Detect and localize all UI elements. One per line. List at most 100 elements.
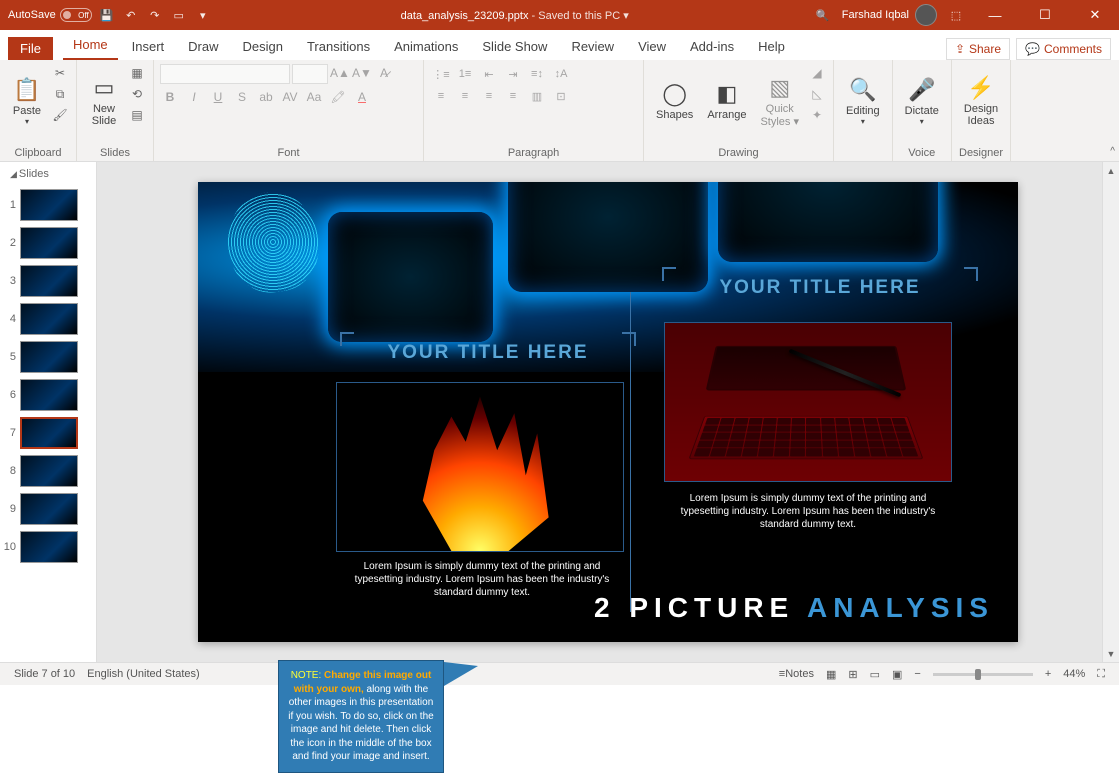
notes-button[interactable]: ≡ Notes: [773, 663, 820, 686]
scroll-down-icon[interactable]: ▼: [1103, 645, 1119, 662]
underline-icon[interactable]: U: [208, 88, 228, 106]
right-title[interactable]: YOUR TITLE HERE: [670, 277, 970, 299]
slide-heading[interactable]: 2 PICTURE ANALYSIS: [594, 592, 994, 624]
section-icon[interactable]: ▤: [127, 106, 147, 124]
thumbnail-slide-7[interactable]: 7: [0, 414, 96, 452]
slide[interactable]: YOUR TITLE HERE Lorem Ipsum is simply du…: [198, 182, 1018, 642]
numbering-icon[interactable]: 1≡: [454, 64, 476, 84]
normal-view-icon[interactable]: ▦: [820, 663, 842, 686]
quickstyles-button[interactable]: ▧Quick Styles ▾: [754, 64, 805, 138]
zoom-level[interactable]: 44%: [1057, 663, 1091, 686]
language-indicator[interactable]: English (United States): [81, 663, 206, 686]
format-painter-icon[interactable]: 🖌: [50, 106, 70, 124]
zoom-in-button[interactable]: +: [1039, 663, 1057, 686]
fit-to-window-icon[interactable]: ⛶: [1091, 663, 1111, 686]
shadow-icon[interactable]: ab: [256, 88, 276, 106]
reading-view-icon[interactable]: ▭: [864, 663, 886, 686]
editing-button[interactable]: 🔍Editing▾: [840, 64, 886, 138]
reset-icon[interactable]: ⟲: [127, 85, 147, 103]
tab-animations[interactable]: Animations: [384, 33, 468, 60]
thumbnail-slide-10[interactable]: 10: [0, 528, 96, 566]
autosave-toggle[interactable]: AutoSave Off: [8, 8, 92, 22]
scroll-up-icon[interactable]: ▲: [1103, 162, 1119, 179]
copy-icon[interactable]: ⧉: [50, 85, 70, 103]
thumbnail-slide-5[interactable]: 5: [0, 338, 96, 376]
arrange-button[interactable]: ◧Arrange: [701, 64, 752, 138]
indent-dec-icon[interactable]: ⇤: [478, 64, 500, 84]
columns-icon[interactable]: ▥: [526, 86, 548, 106]
thumbnail-slide-6[interactable]: 6: [0, 376, 96, 414]
shape-effects-icon[interactable]: ✦: [807, 106, 827, 124]
bullets-icon[interactable]: ⋮≡: [430, 64, 452, 84]
share-button[interactable]: ⇪Share: [946, 38, 1010, 60]
close-button[interactable]: ✕: [1075, 0, 1115, 30]
left-image-frame[interactable]: [336, 382, 624, 552]
tab-insert[interactable]: Insert: [122, 33, 175, 60]
shape-fill-icon[interactable]: ◢: [807, 64, 827, 82]
left-title[interactable]: YOUR TITLE HERE: [348, 342, 628, 364]
more-icon[interactable]: ▾: [194, 6, 212, 24]
maximize-button[interactable]: ☐: [1025, 0, 1065, 30]
save-icon[interactable]: 💾: [98, 6, 116, 24]
indent-inc-icon[interactable]: ⇥: [502, 64, 524, 84]
tab-file[interactable]: File: [8, 37, 53, 60]
clear-format-icon[interactable]: A̷: [374, 64, 394, 82]
tab-home[interactable]: Home: [63, 31, 118, 60]
align-right-icon[interactable]: ≡: [478, 86, 500, 106]
thumbnail-slide-1[interactable]: 1: [0, 186, 96, 224]
design-ideas-button[interactable]: ⚡Design Ideas: [958, 64, 1004, 138]
paste-button[interactable]: 📋Paste▾: [6, 64, 48, 138]
tab-addins[interactable]: Add-ins: [680, 33, 744, 60]
zoom-out-button[interactable]: −: [908, 663, 926, 686]
thumbnail-slide-9[interactable]: 9: [0, 490, 96, 528]
thumbnail-slide-4[interactable]: 4: [0, 300, 96, 338]
font-family-combo[interactable]: [160, 64, 290, 84]
case-icon[interactable]: Aa: [304, 88, 324, 106]
bold-icon[interactable]: B: [160, 88, 180, 106]
align-left-icon[interactable]: ≡: [430, 86, 452, 106]
undo-icon[interactable]: ↶: [122, 6, 140, 24]
italic-icon[interactable]: I: [184, 88, 204, 106]
font-size-combo[interactable]: [292, 64, 328, 84]
text-direction-icon[interactable]: ↕A: [550, 64, 572, 84]
shape-outline-icon[interactable]: ◺: [807, 85, 827, 103]
decrease-font-icon[interactable]: A▼: [352, 64, 372, 82]
left-description[interactable]: Lorem Ipsum is simply dummy text of the …: [350, 560, 614, 599]
collapse-ribbon-icon[interactable]: ^: [1110, 146, 1115, 157]
spacing-icon[interactable]: AV: [280, 88, 300, 106]
shapes-button[interactable]: ◯Shapes: [650, 64, 699, 138]
sorter-view-icon[interactable]: ⊞: [842, 663, 863, 686]
note-callout[interactable]: NOTE: Change this image out with your ow…: [278, 660, 444, 773]
zoom-slider[interactable]: [933, 673, 1033, 676]
tab-review[interactable]: Review: [561, 33, 624, 60]
thumbnail-slide-8[interactable]: 8: [0, 452, 96, 490]
ribbon-display-icon[interactable]: ⬚: [947, 6, 965, 24]
tab-draw[interactable]: Draw: [178, 33, 228, 60]
increase-font-icon[interactable]: A▲: [330, 64, 350, 82]
cut-icon[interactable]: ✂: [50, 64, 70, 82]
tab-slideshow[interactable]: Slide Show: [472, 33, 557, 60]
line-spacing-icon[interactable]: ≡↕: [526, 64, 548, 84]
slideshow-view-icon[interactable]: ▣: [886, 663, 908, 686]
minimize-button[interactable]: —: [975, 0, 1015, 30]
comments-button[interactable]: 💬Comments: [1016, 38, 1111, 60]
layout-icon[interactable]: ▦: [127, 64, 147, 82]
highlight-icon[interactable]: 🖍: [328, 88, 348, 106]
tab-help[interactable]: Help: [748, 33, 795, 60]
align-text-icon[interactable]: ⊡: [550, 86, 572, 106]
new-slide-button[interactable]: ▭New Slide: [83, 64, 125, 138]
dictate-button[interactable]: 🎤Dictate▾: [899, 64, 945, 138]
thumbnail-slide-3[interactable]: 3: [0, 262, 96, 300]
slideshow-icon[interactable]: ▭: [170, 6, 188, 24]
font-color-icon[interactable]: A: [352, 88, 372, 106]
align-center-icon[interactable]: ≡: [454, 86, 476, 106]
redo-icon[interactable]: ↷: [146, 6, 164, 24]
tab-view[interactable]: View: [628, 33, 676, 60]
toggle-off-icon[interactable]: Off: [60, 8, 92, 22]
user-account[interactable]: Farshad Iqbal: [842, 4, 937, 26]
strike-icon[interactable]: S: [232, 88, 252, 106]
slide-indicator[interactable]: Slide 7 of 10: [8, 663, 81, 686]
vertical-scrollbar[interactable]: ▲ ▼: [1102, 162, 1119, 662]
right-description[interactable]: Lorem Ipsum is simply dummy text of the …: [674, 492, 942, 531]
tab-transitions[interactable]: Transitions: [297, 33, 380, 60]
